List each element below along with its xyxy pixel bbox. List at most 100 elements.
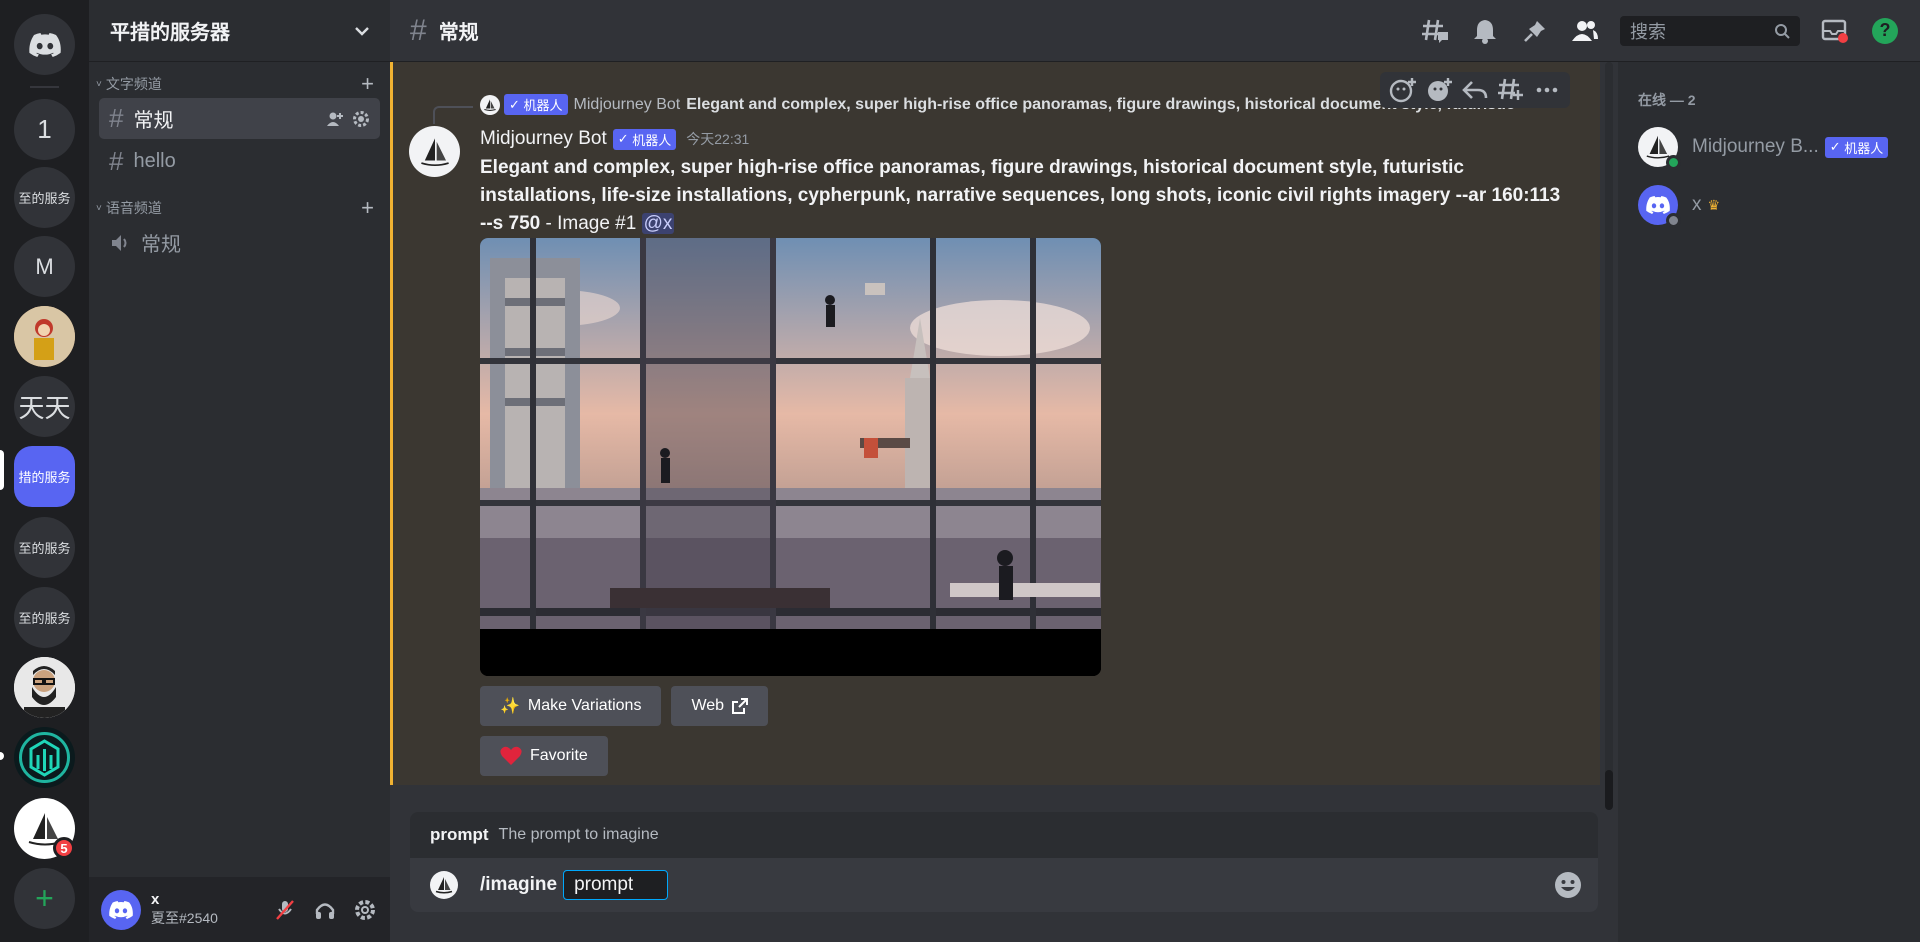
gear-icon[interactable] xyxy=(352,110,370,128)
bot-badge: ✓ 机器人 xyxy=(612,128,677,150)
sailboat-icon xyxy=(435,877,453,894)
channel-sidebar: 平措的服务器 ˅ 文字频道 + # 常规 # hello ˅ 语音频道 + 常规… xyxy=(89,0,390,942)
image-label: - Image #1 xyxy=(540,213,642,234)
help-button[interactable]: ? xyxy=(1870,16,1900,46)
user-tag: 夏至#2540 xyxy=(151,910,218,926)
action-row-1: ✨ Make Variations Web xyxy=(480,686,769,726)
discord-logo-icon xyxy=(109,900,133,919)
server-rail: 1 至的服务 M 天天 措的服务 至的服务 至的服务 5 + xyxy=(0,0,89,942)
member-list: 在线 — 2 Midjourney B... ✓ 机器人 x ♛ xyxy=(1618,62,1920,942)
user-settings-button[interactable] xyxy=(352,897,378,923)
invite-icon[interactable] xyxy=(326,110,344,128)
add-server-button[interactable]: + xyxy=(14,868,75,929)
member-avatar xyxy=(1638,185,1681,228)
server-name: 平措的服务器 xyxy=(110,22,230,44)
mute-mic-button[interactable] xyxy=(272,897,298,923)
chevron-icon: ˅ xyxy=(96,202,102,214)
sailboat-icon xyxy=(420,137,449,166)
unread-pill xyxy=(0,752,4,760)
server-icon-2[interactable]: 至的服务 xyxy=(14,167,75,228)
more-icon[interactable] xyxy=(1532,76,1562,104)
user-info[interactable]: x 夏至#2540 xyxy=(151,891,272,928)
category-label: 文字频道 xyxy=(105,76,162,92)
user-avatar[interactable] xyxy=(101,889,141,930)
add-reaction-icon[interactable] xyxy=(1388,76,1418,104)
search-placeholder: 搜索 xyxy=(1630,21,1666,42)
midjourney-server-icon[interactable]: 5 xyxy=(14,798,75,859)
message-author[interactable]: Midjourney Bot xyxy=(480,128,607,150)
server-icon-3[interactable]: M xyxy=(14,236,75,297)
search-input[interactable]: 搜索 xyxy=(1620,15,1800,46)
discord-logo-icon xyxy=(28,32,61,57)
server-icon-7[interactable]: 至的服务 xyxy=(14,517,75,578)
server-icon-1[interactable]: 1 xyxy=(14,99,75,160)
member-avatar xyxy=(1638,127,1681,170)
prompt-option-field[interactable]: prompt xyxy=(563,870,669,900)
reply-icon[interactable] xyxy=(1460,76,1490,104)
server-icon-4[interactable] xyxy=(14,306,75,367)
crown-icon: ♛ xyxy=(1707,196,1721,213)
slash-command-composer: prompt The prompt to imagine /imagine pr… xyxy=(410,812,1598,912)
server-icon-8[interactable]: 至的服务 xyxy=(14,587,75,648)
server-icon-10[interactable] xyxy=(14,727,75,788)
chat-main: # 常规 搜索 ? ✓ 机器人 Midjourney Bot Elegant a… xyxy=(390,0,1920,942)
web-label: Web xyxy=(691,697,725,714)
hash-icon: # xyxy=(109,146,124,176)
add-channel-icon[interactable]: + xyxy=(361,195,374,221)
command-app-avatar xyxy=(430,871,458,899)
channel-hello[interactable]: # hello xyxy=(99,141,380,182)
message-scrollbar[interactable] xyxy=(1605,62,1613,810)
member-list-button[interactable] xyxy=(1570,16,1600,46)
user-mention[interactable]: @x xyxy=(641,213,675,234)
generated-image[interactable] xyxy=(480,238,1101,676)
office-panorama-image xyxy=(480,238,1101,676)
pin-icon xyxy=(1524,20,1545,42)
sparkles-icon: ✨ xyxy=(500,698,520,715)
favorite-button[interactable]: Favorite xyxy=(480,736,608,776)
option-hint-description: The prompt to imagine xyxy=(498,826,659,843)
channel-name: 常规 xyxy=(133,110,174,132)
bot-badge-label: 机器人 xyxy=(632,132,672,148)
pinned-button[interactable] xyxy=(1520,16,1550,46)
server-header[interactable]: 平措的服务器 xyxy=(89,0,390,62)
reply-reference[interactable]: ✓ 机器人 Midjourney Bot Elegant and complex… xyxy=(480,94,1530,115)
category-text-channels[interactable]: ˅ 文字频道 + xyxy=(89,71,390,97)
server-icon-9[interactable] xyxy=(14,657,75,718)
member-item[interactable]: x ♛ xyxy=(1638,176,1900,234)
favorite-label: Favorite xyxy=(530,747,588,764)
portrait-avatar-icon xyxy=(14,306,75,367)
member-item[interactable]: Midjourney B... ✓ 机器人 xyxy=(1638,118,1900,176)
channel-name: 常规 xyxy=(141,234,181,256)
headphones-button[interactable] xyxy=(312,897,338,923)
super-reaction-icon[interactable] xyxy=(1424,76,1454,104)
message-area: ✓ 机器人 Midjourney Bot Elegant and complex… xyxy=(390,62,1600,785)
hash-icon: # xyxy=(410,13,427,47)
server-icon-active[interactable]: 措的服务 xyxy=(14,446,75,507)
inbox-button[interactable] xyxy=(1820,16,1850,46)
add-channel-icon[interactable]: + xyxy=(361,71,374,97)
online-status-icon xyxy=(1666,155,1681,170)
threads-button[interactable] xyxy=(1420,16,1450,46)
category-voice-channels[interactable]: ˅ 语音频道 + xyxy=(89,195,390,221)
make-variations-button[interactable]: ✨ Make Variations xyxy=(480,686,662,726)
author-avatar[interactable] xyxy=(409,126,460,177)
option-hint: prompt The prompt to imagine xyxy=(410,812,1598,858)
scroll-thumb[interactable] xyxy=(1605,770,1613,810)
discord-home-button[interactable] xyxy=(14,14,75,75)
bot-badge-label: 机器人 xyxy=(523,98,563,113)
voice-channel-general[interactable]: 常规 xyxy=(99,222,380,263)
search-icon xyxy=(1775,23,1790,39)
username: x xyxy=(151,891,160,908)
sailboat-icon xyxy=(484,98,496,111)
reply-author: Midjourney Bot xyxy=(573,95,681,113)
web-link-button[interactable]: Web xyxy=(671,686,769,726)
create-thread-icon[interactable] xyxy=(1496,76,1526,104)
rail-separator xyxy=(30,86,59,88)
emoji-picker-icon[interactable] xyxy=(1554,871,1582,899)
channel-general[interactable]: # 常规 xyxy=(99,98,380,139)
idle-status-icon xyxy=(1666,213,1681,228)
server-icon-5[interactable]: 天天 xyxy=(14,376,75,437)
notifications-button[interactable] xyxy=(1470,16,1500,46)
category-label: 语音频道 xyxy=(105,200,162,216)
command-input[interactable]: /imagine prompt xyxy=(410,858,1598,912)
